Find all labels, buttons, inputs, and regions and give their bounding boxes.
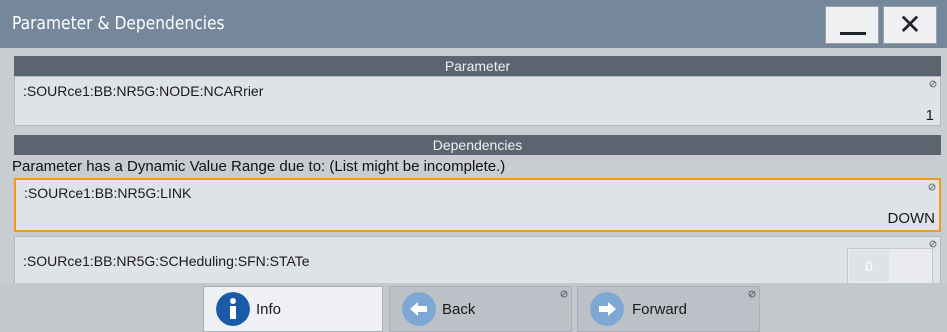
back-label: Back bbox=[442, 301, 476, 318]
dependencies-header: Dependencies bbox=[14, 135, 941, 155]
dependency-row-sfn-state[interactable]: :SOURce1:BB:NR5G:SCHeduling:SFN:STATe 0 bbox=[14, 236, 941, 284]
info-icon bbox=[216, 292, 250, 326]
dependencies-note: Parameter has a Dynamic Value Range due … bbox=[12, 158, 506, 175]
minimize-icon bbox=[840, 32, 866, 35]
parameter-name: :SOURce1:BB:NR5G:NODE:NCARrier bbox=[23, 83, 264, 99]
dependency-row-link[interactable]: :SOURce1:BB:NR5G:LINK DOWN bbox=[14, 178, 941, 232]
parameter-header: Parameter bbox=[14, 56, 941, 76]
dependency-name: :SOURce1:BB:NR5G:LINK bbox=[24, 185, 192, 201]
info-label: Info bbox=[256, 301, 282, 318]
lock-indicator-icon bbox=[929, 80, 937, 88]
forward-label: Forward bbox=[632, 301, 688, 318]
dependency-name: :SOURce1:BB:NR5G:SCHeduling:SFN:STATe bbox=[23, 253, 310, 269]
sfn-state-toggle[interactable]: 0 bbox=[847, 248, 933, 284]
window-title: Parameter & Dependencies bbox=[12, 13, 225, 34]
arrow-right-icon bbox=[590, 292, 624, 326]
lock-indicator-icon bbox=[560, 290, 568, 298]
lock-indicator-icon bbox=[748, 290, 756, 298]
close-icon: ✕ bbox=[898, 9, 922, 40]
minimize-button[interactable] bbox=[825, 6, 879, 44]
lock-indicator-icon bbox=[929, 240, 937, 248]
back-button[interactable]: Back bbox=[389, 286, 572, 332]
arrow-left-icon bbox=[402, 292, 436, 326]
parameter-value: 1 bbox=[925, 107, 934, 124]
dependency-value: DOWN bbox=[887, 210, 936, 227]
parameter-field[interactable]: :SOURce1:BB:NR5G:NODE:NCARrier 1 bbox=[14, 76, 941, 126]
lock-indicator-icon bbox=[928, 183, 936, 191]
forward-button[interactable]: Forward bbox=[577, 286, 760, 332]
toggle-off-segment: 0 bbox=[849, 250, 889, 282]
close-button[interactable]: ✕ bbox=[883, 6, 937, 44]
title-bar: Parameter & Dependencies ✕ bbox=[0, 0, 947, 48]
info-button[interactable]: Info bbox=[203, 286, 383, 332]
